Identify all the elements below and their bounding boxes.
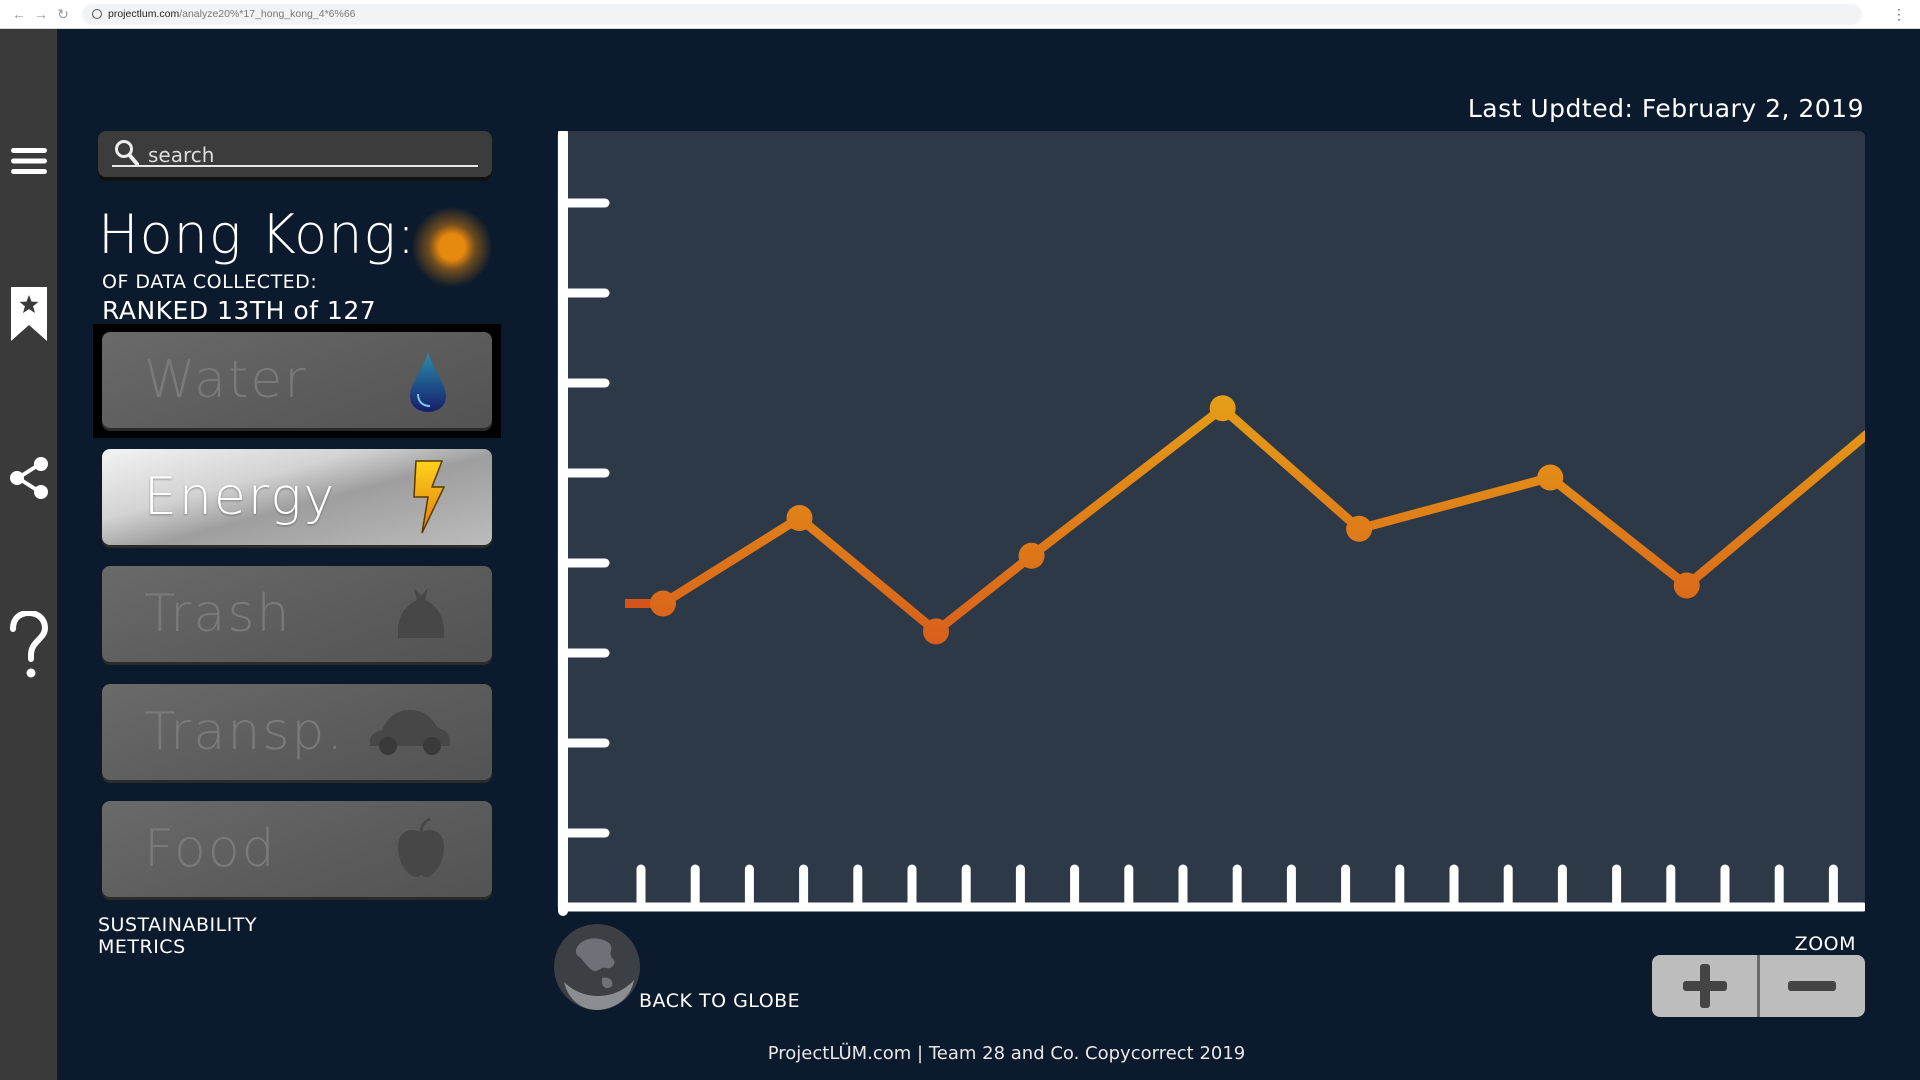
- metric-button-transport[interactable]: Transp.: [102, 684, 492, 780]
- zoom-control: [1652, 955, 1865, 1017]
- plus-icon: [1682, 964, 1727, 1008]
- zoom-out-button[interactable]: [1760, 955, 1865, 1017]
- browser-toolbar: ← → ↻ projectlum.com/analyze20%*17_hong_…: [0, 0, 1920, 29]
- apple-icon: [394, 817, 448, 883]
- help-icon[interactable]: [0, 611, 57, 681]
- metrics-caption: SUSTAINABILITY METRICS: [98, 914, 257, 958]
- minus-icon: [1788, 981, 1837, 991]
- metric-label: Water: [144, 350, 308, 410]
- browser-menu-icon[interactable]: ⋮: [1892, 6, 1906, 23]
- water-drop-icon: [408, 350, 448, 418]
- status-dot: [411, 206, 493, 288]
- data-point: [1673, 572, 1700, 599]
- lightning-icon: [408, 459, 448, 539]
- data-point: [650, 590, 676, 617]
- metrics-caption-line: METRICS: [98, 936, 186, 958]
- car-icon: [366, 706, 452, 760]
- metric-label: Food: [144, 819, 277, 879]
- reload-icon[interactable]: ↻: [52, 6, 74, 23]
- metric-label: Transp.: [144, 702, 345, 762]
- data-point: [786, 505, 813, 531]
- metric-button-water[interactable]: Water: [102, 332, 492, 428]
- metric-label: Energy: [144, 467, 337, 527]
- page-title: Hong Kong:: [98, 203, 417, 266]
- data-point: [1018, 542, 1045, 569]
- search-box[interactable]: search: [98, 131, 492, 177]
- forward-arrow-icon[interactable]: →: [30, 6, 52, 22]
- url-host: projectlum.com: [108, 8, 180, 20]
- zoom-label: ZOOM: [1794, 933, 1856, 955]
- metric-label: Trash: [144, 584, 292, 644]
- ranking-text: RANKED 13TH of 127: [102, 296, 377, 325]
- share-icon[interactable]: [0, 456, 57, 500]
- data-point: [1209, 395, 1236, 422]
- data-point: [1537, 464, 1564, 491]
- search-input[interactable]: search: [148, 143, 214, 167]
- site-info-icon[interactable]: [92, 9, 102, 19]
- search-underline: [112, 165, 478, 167]
- address-bar[interactable]: projectlum.com/analyze20%*17_hong_kong_4…: [82, 3, 1862, 25]
- metric-button-food[interactable]: Food: [102, 801, 492, 897]
- bookmark-star-icon[interactable]: [0, 285, 57, 343]
- last-updated: Last Updted: February 2, 2019: [1467, 94, 1864, 123]
- energy-line-chart[interactable]: [557, 131, 1865, 916]
- ranking-subtitle: OF DATA COLLECTED:: [102, 271, 318, 293]
- zoom-in-button[interactable]: [1652, 955, 1757, 1017]
- trash-bag-icon: [394, 584, 448, 646]
- footer: ProjectLÜM.com | Team 28 and Co. Copycor…: [767, 1043, 1246, 1064]
- url-path: /analyze20%*17_hong_kong_4*6%66: [179, 8, 356, 20]
- metrics-caption-line: SUSTAINABILITY: [98, 914, 258, 936]
- metric-button-trash[interactable]: Trash: [102, 566, 492, 662]
- back-to-globe-link[interactable]: BACK TO GLOBE: [639, 990, 800, 1012]
- side-rail: [0, 29, 57, 1080]
- metric-button-energy[interactable]: Energy: [102, 449, 492, 545]
- data-point: [1346, 515, 1373, 542]
- menu-icon[interactable]: [0, 146, 57, 176]
- data-point: [923, 618, 949, 645]
- globe-icon[interactable]: [552, 922, 642, 1016]
- back-arrow-icon[interactable]: ←: [8, 6, 30, 22]
